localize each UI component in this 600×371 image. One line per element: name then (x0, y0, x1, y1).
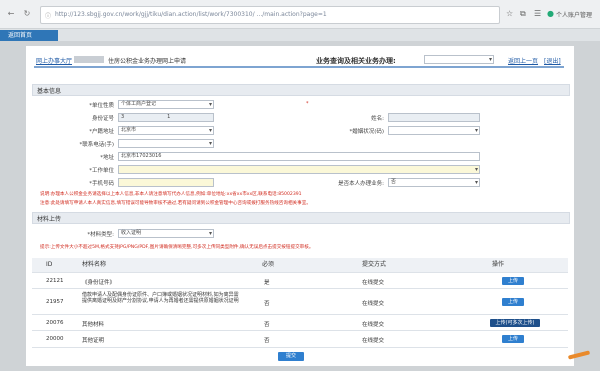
back-icon[interactable]: ← (6, 9, 16, 19)
business-query-label: 业务查询及相关业务办理: (316, 57, 396, 65)
note-line-1: 说明:办理本人公积金业务请选择以上本人信息,非本人请注意填写代办人信息,例如:单… (40, 192, 302, 197)
row-method: 在线提交 (362, 322, 385, 328)
url-text: http://123.sbgjj.gov.cn/work/gjj/tiku/di… (55, 11, 327, 18)
name-label: 姓名: (371, 116, 384, 122)
row-required: 是 (264, 280, 270, 286)
marital-label: *婚姻状况(码) (349, 129, 384, 135)
col-name: 材料名称 (82, 261, 107, 268)
upload-button[interactable]: 上传 (502, 335, 524, 343)
row-id: 20000 (46, 336, 64, 342)
table-row: 20000 其他证明 否 在线提交 上传 (32, 330, 568, 348)
unit-note: * (306, 101, 309, 107)
basic-info-header: 基本信息 (32, 84, 570, 96)
name-field (388, 113, 480, 122)
mobile-field[interactable] (118, 178, 214, 187)
row-id: 22121 (46, 278, 64, 284)
id-label: 身份证号 (91, 116, 114, 122)
col-method: 提交方式 (362, 261, 387, 268)
row-name: 其他材料 (82, 322, 105, 328)
bookmark-strip (0, 29, 600, 41)
address-field[interactable]: 北京市17023016 (118, 152, 480, 161)
page-content: 网上办事大厅 住房公积金业务办理 网上申请 业务查询及相关业务办理: 返回上一页… (26, 46, 574, 366)
submit-button[interactable]: 提交 (278, 352, 304, 361)
table-row: 21957 借款申请人及配偶身份证原件、户口簿或婚姻状况证明材料,如为离异需提供… (32, 288, 568, 315)
col-action: 操作 (492, 261, 505, 268)
row-required: 否 (264, 322, 270, 328)
table-row: 22121 《身份证件》 是 在线提交 上传 (32, 272, 568, 289)
row-id: 20076 (46, 320, 64, 326)
col-required: 必须 (262, 261, 275, 268)
toolbar-account-text[interactable]: 个人账户管理 (556, 10, 592, 19)
work-select[interactable] (118, 165, 480, 174)
phone-select[interactable] (118, 139, 214, 148)
profile-icon[interactable]: ☰ (534, 9, 541, 19)
unit-type-label: *单位性质 (89, 103, 114, 109)
business-select[interactable] (424, 55, 494, 64)
table-row: 20076 其他材料 否 在线提交 上传(可多次上传) (32, 314, 568, 331)
status-icon: ● (547, 9, 554, 18)
info-icon: ⓘ (45, 13, 52, 20)
back-link[interactable]: 返回上一页 (508, 56, 538, 65)
marital-select[interactable] (388, 126, 480, 135)
id-field: 3 1 (118, 113, 214, 122)
basic-info-title: 基本信息 (37, 88, 62, 95)
row-required: 否 (264, 301, 270, 307)
hall-link[interactable]: 网上办事大厅 (36, 56, 72, 65)
unit-type-select[interactable]: 个体工商户登记 (118, 100, 214, 109)
attach-type-select[interactable]: 收入证明 (118, 229, 214, 238)
row-method: 在线提交 (362, 301, 385, 307)
self-handle-select[interactable]: 否 (388, 178, 480, 187)
attach-note: 提示:上传文件大小不超过5M,格式支持JPG/PNG/PDF,图片请确保清晰完整… (40, 245, 314, 250)
back-home-tab[interactable]: 返回首页 (0, 30, 58, 41)
attach-type-label: *材料类型: (87, 232, 114, 238)
upload-button[interactable]: 上传 (502, 298, 524, 306)
address-label: *地址 (100, 155, 114, 161)
refresh-icon[interactable]: ↻ (22, 9, 32, 19)
row-id: 21957 (46, 299, 64, 305)
phone-label: *联系电话(手) (79, 142, 114, 148)
row-required: 否 (264, 338, 270, 344)
multi-upload-button[interactable]: 上传(可多次上传) (490, 319, 540, 327)
browser-toolbar: ← ↻ ⓘ http://123.sbgjj.gov.cn/work/gjj/t… (0, 0, 600, 29)
row-name: 《身份证件》 (82, 280, 116, 286)
note-line-2: 注意:此处请填写申请人本人真实信息,填写错误可能导致审核不通过,若有疑问请到公积… (40, 201, 311, 206)
extensions-icon[interactable]: ⧉ (520, 9, 526, 19)
redacted-block (74, 56, 104, 63)
row-method: 在线提交 (362, 280, 385, 286)
self-handle-label: 是否本人办理业务: (338, 181, 384, 187)
upload-button[interactable]: 上传 (502, 277, 524, 285)
table-header (32, 258, 568, 272)
logout-link[interactable]: [退出] (544, 56, 561, 65)
mobile-label: *手机号码 (89, 181, 114, 187)
work-label: *工作单位 (89, 168, 114, 174)
region-select[interactable]: 北京市 (118, 126, 214, 135)
col-id: ID (46, 261, 53, 268)
header-subtitle: 网上申请 (162, 58, 187, 65)
header-title: 住房公积金业务办理 (108, 58, 163, 65)
row-method: 在线提交 (362, 338, 385, 344)
row-name: 借款申请人及配偶身份证原件、户口簿或婚姻状况证明材料,如为离异需提供离婚证明及财… (82, 292, 239, 304)
region-label: *户籍地址 (89, 129, 114, 135)
address-bar[interactable]: ⓘ http://123.sbgjj.gov.cn/work/gjj/tiku/… (40, 6, 500, 24)
attach-header: 材料上传 (32, 212, 570, 224)
star-icon[interactable]: ☆ (506, 9, 513, 19)
row-name: 其他证明 (82, 338, 105, 344)
attach-title: 材料上传 (37, 216, 62, 223)
